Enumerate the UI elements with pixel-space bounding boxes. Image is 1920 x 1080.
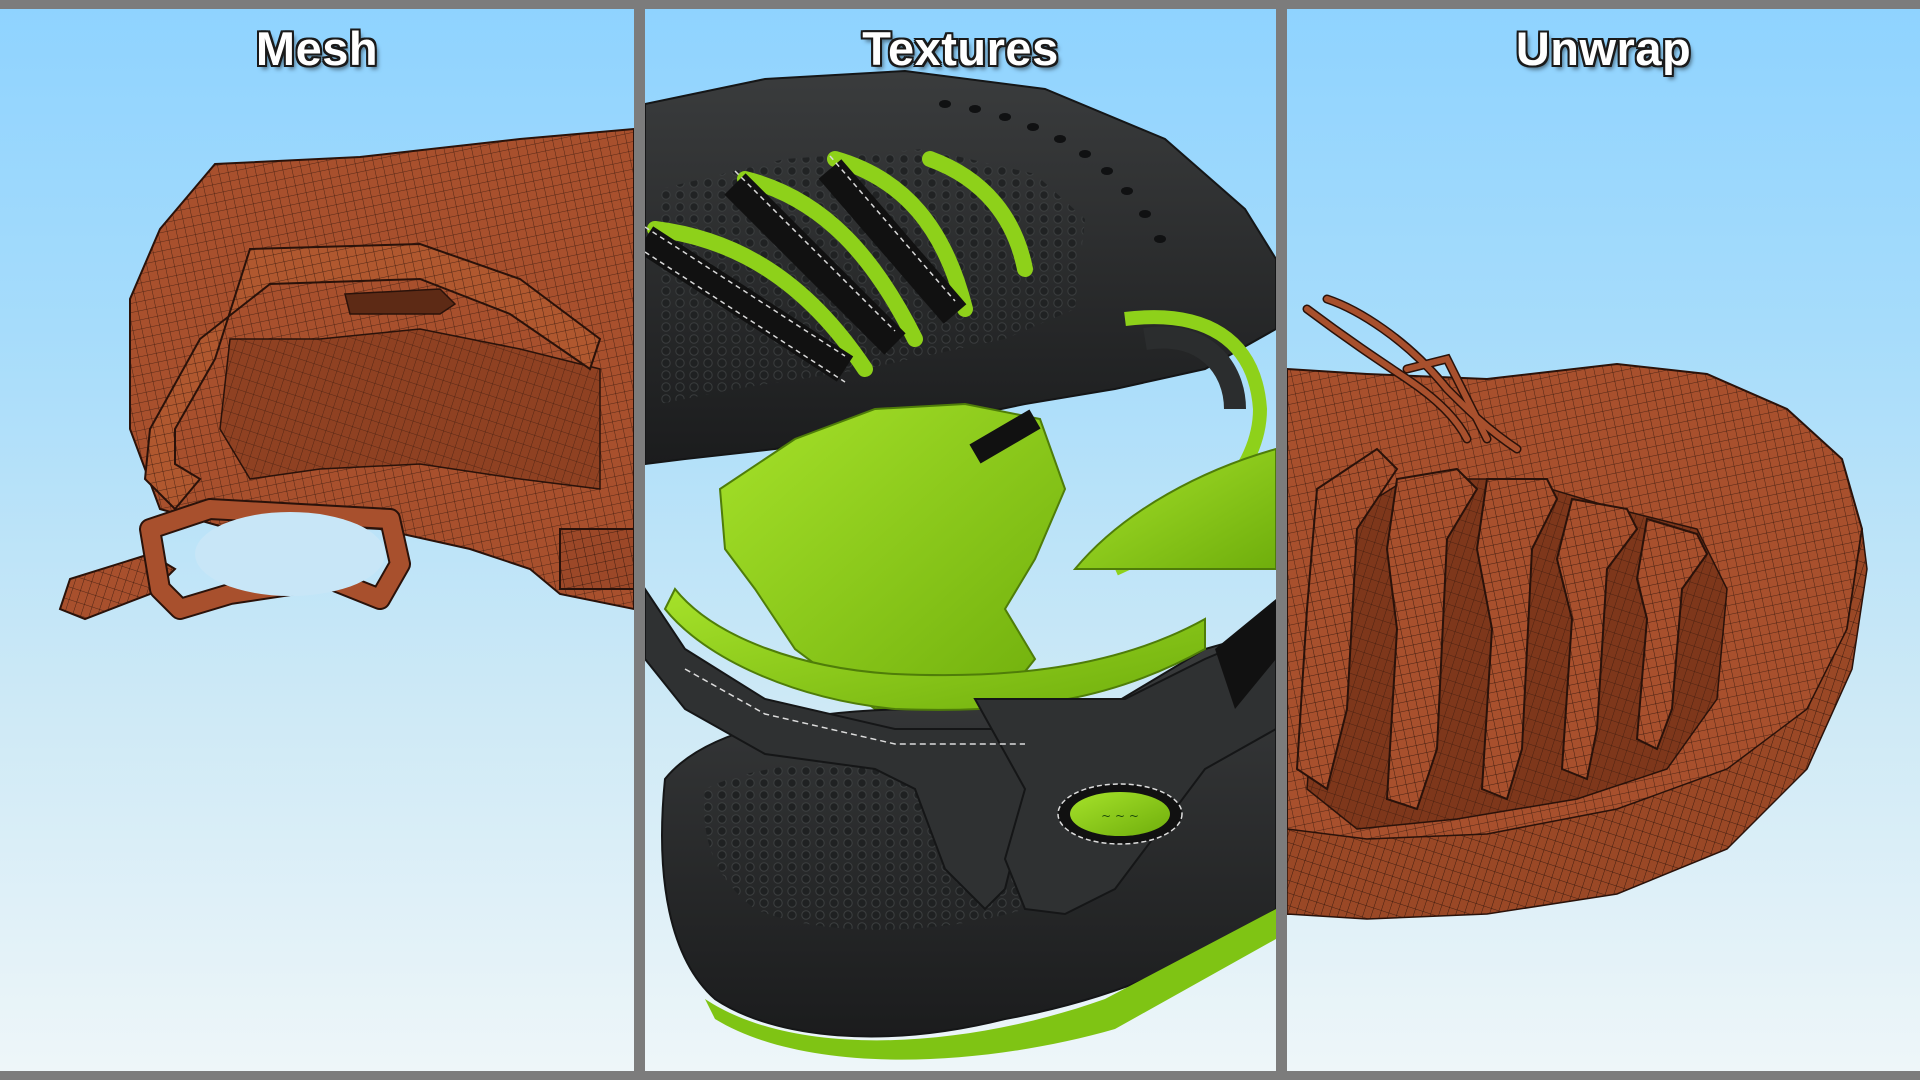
textured-sandal-render: ~ ~ ~ [645, 69, 1276, 1060]
svg-text:~ ~ ~: ~ ~ ~ [1101, 809, 1139, 823]
panel-textures: Textures ~ ~ ~ [645, 9, 1276, 1071]
panel-unwrap: Unwrap [1287, 9, 1920, 1071]
unwrap-sandal-render [1287, 294, 1868, 920]
mesh-sandal-render [58, 127, 634, 621]
panel-title-mesh: Mesh [255, 22, 379, 75]
panel-mesh: Mesh [0, 9, 634, 1071]
panel-title-textures: Textures [862, 22, 1059, 75]
panel-title-unwrap: Unwrap [1515, 22, 1692, 75]
